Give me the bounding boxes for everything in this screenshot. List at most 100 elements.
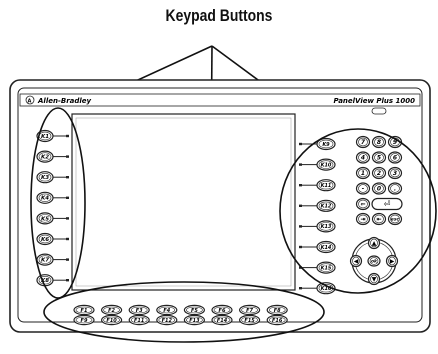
display-screen: [71, 113, 296, 291]
key-f9-label: F9: [81, 318, 88, 324]
numpad-key-3[interactable]: 3: [387, 166, 403, 180]
key-f9[interactable]: F9: [73, 314, 95, 326]
key-f2[interactable]: F2: [100, 304, 123, 316]
key-k7[interactable]: K7: [36, 253, 54, 266]
nav-center-key-label: ok: [371, 259, 378, 265]
numpad-key-minus[interactable]: -: [355, 182, 371, 195]
key-k8[interactable]: K8: [36, 274, 54, 287]
key-k6[interactable]: K6: [36, 232, 54, 246]
shift-tab-key-label: ⇤: [376, 216, 381, 223]
nav-center-key[interactable]: ok: [367, 255, 381, 267]
numpad-key-0-label: 0: [377, 186, 381, 193]
key-f16-label: F16: [272, 318, 283, 324]
nav-up-key[interactable]: ▲: [367, 236, 381, 250]
numpad-key-dot-label: .: [394, 186, 396, 193]
numpad-key-3-label: 3: [393, 170, 397, 177]
numpad-key-0[interactable]: 0: [371, 182, 387, 195]
nav-right-key[interactable]: ▶: [385, 254, 399, 268]
shift-tab-key[interactable]: ⇤: [371, 212, 387, 226]
key-f7[interactable]: F7: [239, 304, 261, 316]
key-f12-label: F12: [162, 318, 173, 324]
esc-key[interactable]: esc: [387, 212, 403, 226]
numpad-key-2[interactable]: 2: [371, 166, 387, 180]
key-k14-label: K14: [321, 245, 332, 251]
key-k5[interactable]: K5: [36, 212, 54, 225]
callout-label: Keypad Buttons: [165, 6, 273, 25]
nav-left-key[interactable]: ◀: [349, 254, 363, 268]
svg-text:A: A: [28, 99, 32, 105]
key-f10[interactable]: F10: [100, 314, 123, 326]
key-k4[interactable]: K4: [36, 191, 54, 204]
key-k2[interactable]: K2: [36, 150, 54, 163]
key-f1[interactable]: F1: [73, 304, 95, 316]
key-f15-label: F15: [244, 318, 255, 324]
key-f6[interactable]: F6: [211, 304, 233, 316]
key-k9-label: K9: [322, 142, 330, 148]
numpad-key-6-label: 6: [393, 155, 397, 162]
nav-right-key-label: ▶: [390, 258, 395, 265]
key-f6-label: F6: [219, 308, 226, 314]
tab-key[interactable]: ⇥: [355, 212, 371, 226]
numpad-key-8-label: 8: [377, 139, 381, 146]
key-f15[interactable]: F15: [239, 314, 261, 326]
numpad-key-2-label: 2: [377, 170, 381, 177]
key-k10-label: K10: [321, 162, 332, 168]
key-k10[interactable]: K10: [316, 158, 336, 171]
nav-down-key[interactable]: ▼: [367, 272, 381, 286]
key-f4[interactable]: F4: [156, 304, 178, 316]
numpad-key-8[interactable]: 8: [371, 135, 387, 149]
key-f14[interactable]: F14: [211, 314, 233, 326]
key-k13-label: K13: [321, 224, 332, 230]
backspace-key[interactable]: ⇐: [355, 197, 371, 211]
numpad-key-5[interactable]: 5: [371, 151, 387, 164]
key-f3-label: F3: [136, 308, 143, 314]
key-f5-label: F5: [191, 308, 198, 314]
key-f14-label: F14: [217, 318, 228, 324]
numpad-key-4-label: 4: [361, 155, 365, 162]
key-f12[interactable]: F12: [156, 314, 178, 326]
key-f3[interactable]: F3: [128, 304, 150, 316]
key-f5[interactable]: F5: [183, 304, 205, 316]
key-f8[interactable]: F8: [266, 304, 288, 316]
enter-key[interactable]: ⏎: [371, 197, 403, 211]
numpad-key-1[interactable]: 1: [355, 166, 371, 180]
key-k7-label: K7: [41, 258, 49, 264]
numpad-key-7[interactable]: 7: [355, 135, 371, 149]
key-f8-label: F8: [274, 308, 281, 314]
key-f2-label: F2: [108, 308, 115, 314]
key-f4-label: F4: [163, 308, 170, 314]
key-k4-label: K4: [41, 196, 49, 202]
numpad-key-5-label: 5: [377, 155, 381, 162]
key-k13[interactable]: K13: [316, 220, 336, 233]
nav-left-key-label: ◀: [354, 258, 359, 265]
model-label: PanelView Plus 1000: [334, 97, 416, 105]
numpad-key-dot[interactable]: .: [387, 182, 403, 195]
key-k6-label: K6: [41, 237, 49, 243]
key-k3[interactable]: K3: [36, 171, 54, 184]
key-f11[interactable]: F11: [128, 314, 150, 326]
key-k15-label: K15: [321, 265, 332, 271]
key-k11[interactable]: K11: [316, 179, 336, 192]
tab-key-label: ⇥: [360, 216, 365, 223]
numpad-key-4[interactable]: 4: [355, 151, 371, 164]
key-k3-label: K3: [41, 175, 49, 181]
key-f13[interactable]: F13: [183, 314, 205, 326]
key-k1-label: K1: [41, 134, 49, 140]
brand-label: Allen-Bradley: [37, 97, 92, 105]
key-f13-label: F13: [189, 318, 200, 324]
numpad-key-1-label: 1: [361, 170, 365, 177]
numpad-key-6[interactable]: 6: [387, 151, 403, 164]
key-f10-label: F10: [106, 318, 117, 324]
key-f16[interactable]: F16: [266, 314, 288, 326]
key-k15[interactable]: K15: [316, 261, 336, 274]
key-k2-label: K2: [41, 155, 49, 161]
key-k12-label: K12: [321, 204, 332, 210]
esc-key-label: esc: [391, 218, 400, 223]
key-k14[interactable]: K14: [316, 240, 336, 254]
key-k12[interactable]: K12: [316, 199, 336, 212]
enter-key-label: ⏎: [384, 200, 391, 209]
key-f1-label: F1: [81, 308, 88, 314]
indicator-tab: [371, 107, 387, 115]
terminal-illustration: A Allen-Bradley PanelView Plus 1000 K1 K2…: [9, 45, 437, 343]
key-k11-label: K11: [321, 183, 332, 189]
